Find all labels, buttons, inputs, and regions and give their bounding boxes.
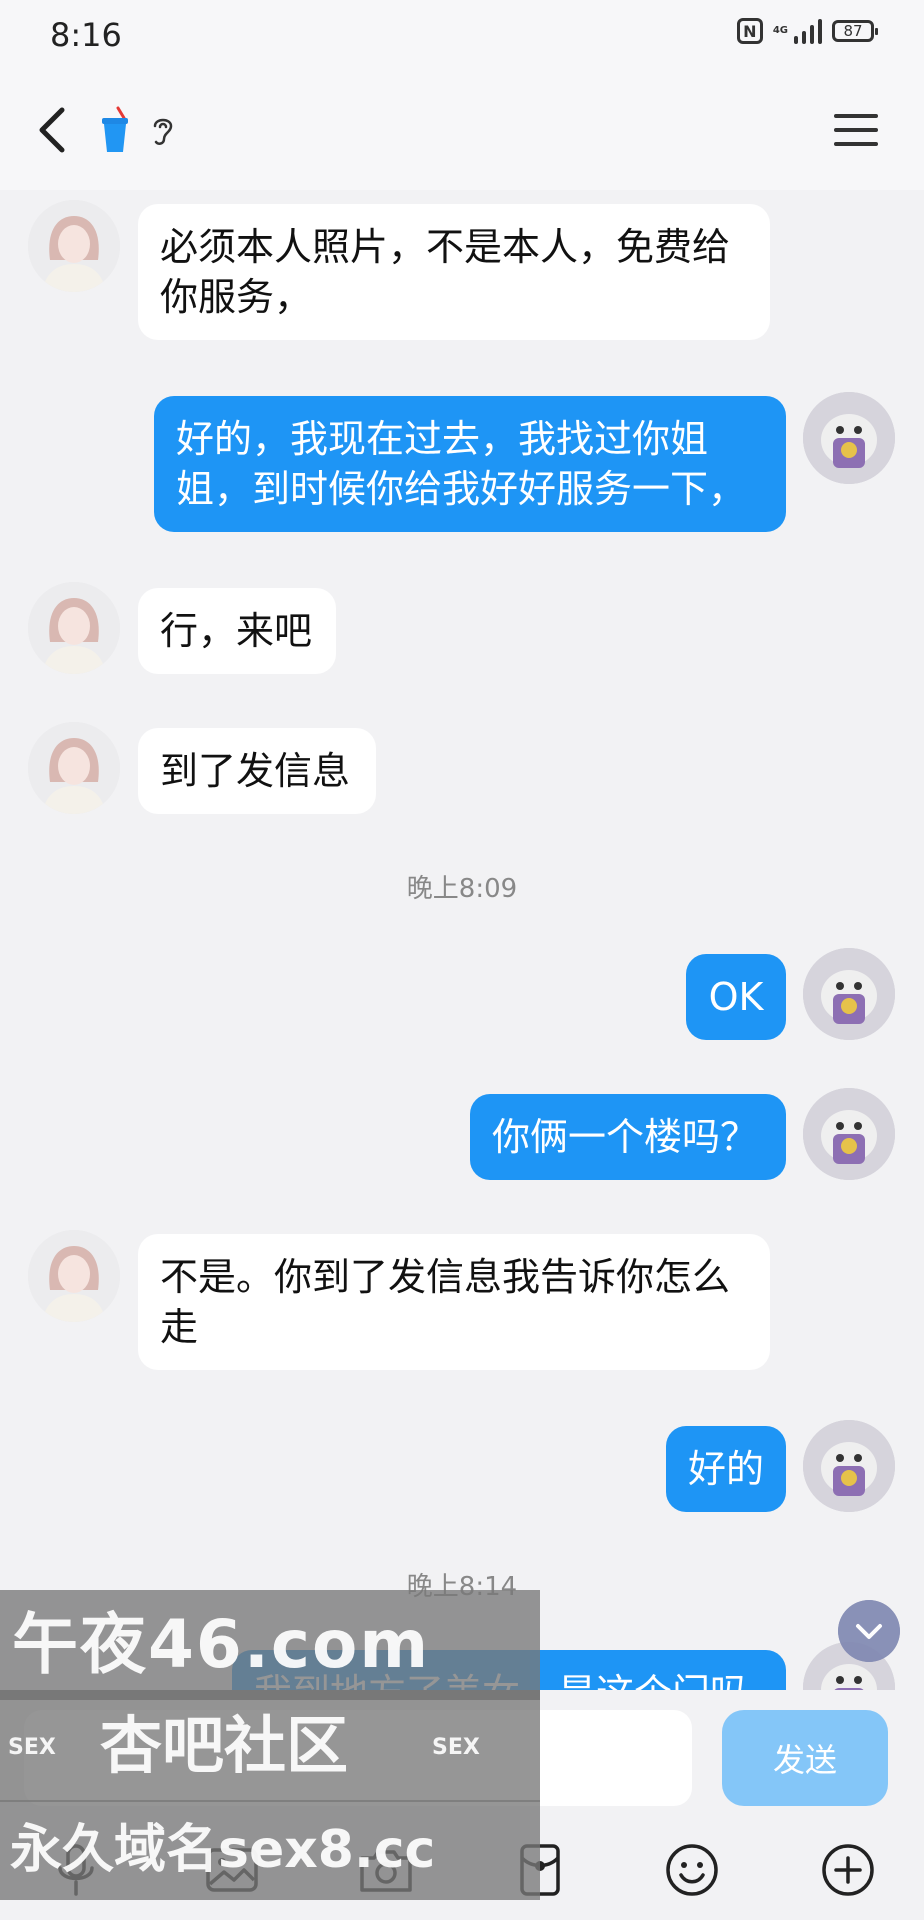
user-avatar[interactable] [803, 948, 895, 1040]
watermark-line3: 永久域名sex8.cc [0, 1800, 540, 1900]
status-bar: 8:16 N 4G 87 [0, 0, 924, 70]
emoji-icon[interactable] [662, 1840, 722, 1900]
message-bubble-incoming[interactable]: 到了发信息 [138, 728, 376, 814]
watermark-tag-right: SEX [432, 1735, 480, 1760]
contact-avatar[interactable] [28, 200, 120, 292]
cup-icon [102, 106, 128, 152]
status-icons: N 4G 87 [736, 18, 878, 44]
network-label: 4G [772, 25, 788, 36]
signal-icon [794, 18, 822, 44]
message-bubble-outgoing[interactable]: 好的，我现在过去，我找过你姐姐，到时候你给我好好服务一下， [154, 396, 786, 532]
plus-icon[interactable] [818, 1840, 878, 1900]
send-button[interactable]: 发送 [722, 1710, 888, 1806]
chat-header [0, 70, 924, 190]
contact-avatar[interactable] [28, 1230, 120, 1322]
nfc-icon: N [736, 18, 763, 44]
message-bubble-incoming[interactable]: 不是。你到了发信息我告诉你怎么走 [138, 1234, 770, 1370]
contact-avatar[interactable] [28, 722, 120, 814]
message-bubble-incoming[interactable]: 必须本人照片，不是本人，免费给你服务， [138, 204, 770, 340]
user-avatar[interactable] [803, 1420, 895, 1512]
user-avatar[interactable] [803, 392, 895, 484]
contact-avatar[interactable] [28, 582, 120, 674]
ear-icon[interactable] [150, 112, 176, 148]
back-arrow-icon[interactable] [28, 100, 78, 160]
menu-icon[interactable] [832, 110, 880, 150]
watermark-line2: SEX 杏吧社区 SEX [0, 1690, 540, 1802]
status-time: 8:16 [50, 16, 122, 54]
watermark-tag-left: SEX [8, 1735, 56, 1760]
message-bubble-outgoing[interactable]: 好的 [666, 1426, 786, 1512]
user-avatar[interactable] [803, 1088, 895, 1180]
message-bubble-outgoing[interactable]: OK [686, 954, 786, 1040]
message-list[interactable]: 必须本人照片，不是本人，免费给你服务， 好的，我现在过去，我找过你姐姐，到时候你… [0, 190, 924, 1690]
message-bubble-incoming[interactable]: 行，来吧 [138, 588, 336, 674]
timestamp-separator: 晚上8:09 [406, 874, 518, 904]
message-bubble-outgoing[interactable]: 你俩一个楼吗？ [470, 1094, 786, 1180]
watermark-line1: 午夜46.com [0, 1590, 540, 1700]
watermark-line2-text: 杏吧社区 [100, 1709, 349, 1782]
chevron-down-icon[interactable] [838, 1600, 900, 1662]
battery-icon: 87 [832, 20, 878, 42]
